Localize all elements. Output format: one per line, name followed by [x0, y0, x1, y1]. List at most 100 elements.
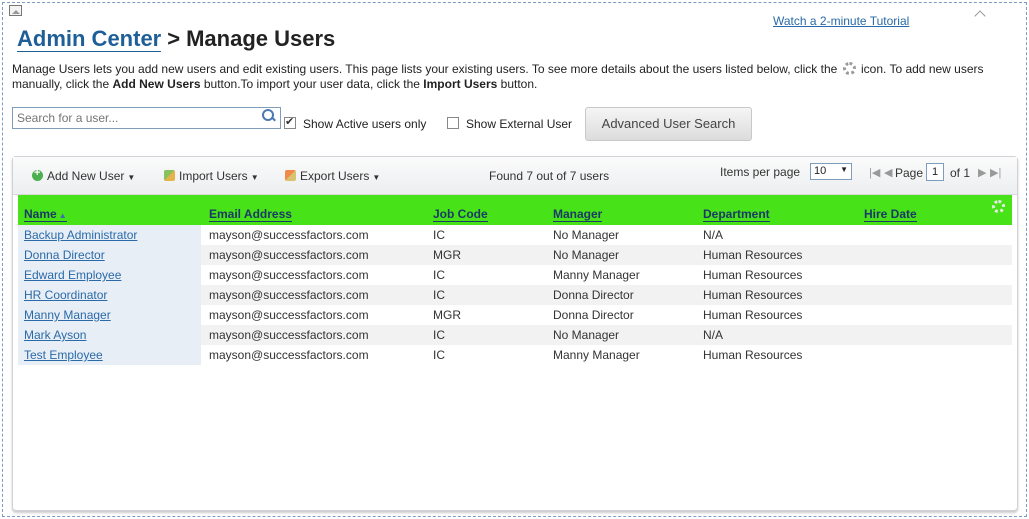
cell-department: Human Resources: [703, 308, 803, 322]
tutorial-link[interactable]: Watch a 2-minute Tutorial: [773, 14, 909, 28]
page-title-text: Manage Users: [186, 26, 336, 51]
desc-bold-import: Import Users: [423, 77, 498, 91]
desc-bold-add: Add New Users: [112, 77, 201, 91]
export-icon: [285, 170, 296, 181]
column-header-email[interactable]: Email Address: [209, 207, 292, 222]
page-title: Admin Center > Manage Users: [17, 26, 335, 52]
cell-job-code: IC: [433, 268, 445, 282]
table-row: Edward Employee mayson@successfactors.com…: [18, 265, 1012, 285]
breadcrumb-separator: >: [167, 26, 181, 51]
import-users-button[interactable]: Import Users ▼: [164, 169, 259, 183]
cell-job-code: MGR: [433, 308, 461, 322]
cell-manager: No Manager: [553, 328, 620, 342]
cell-department: Human Resources: [703, 348, 803, 362]
cell-name[interactable]: Manny Manager: [24, 308, 111, 322]
next-page-icon[interactable]: ▶: [978, 166, 986, 179]
cell-manager: No Manager: [553, 228, 620, 242]
page-number-input[interactable]: 1: [926, 163, 944, 181]
search-input[interactable]: [12, 107, 281, 129]
results-count: Found 7 out of 7 users: [489, 169, 610, 183]
first-page-icon[interactable]: |◀: [869, 166, 880, 179]
cell-manager: No Manager: [553, 248, 620, 262]
cell-department: N/A: [703, 328, 724, 342]
table-row: Manny Manager mayson@successfactors.com MG…: [18, 305, 1012, 325]
chevron-down-icon: ▼: [840, 165, 848, 174]
gear-icon: [842, 62, 856, 75]
cell-name[interactable]: Donna Director: [24, 248, 105, 262]
cell-department: Human Resources: [703, 288, 803, 302]
table-row: Donna Director mayson@successfactors.com M…: [18, 245, 1012, 265]
cell-name[interactable]: Edward Employee: [24, 268, 121, 282]
table-row: Mark Ayson mayson@successfactors.com IC No …: [18, 325, 1012, 345]
cell-department: Human Resources: [703, 268, 803, 282]
column-header-hire-date[interactable]: Hire Date: [864, 207, 917, 222]
export-users-label: Export Users: [300, 169, 370, 183]
users-panel: Add New User▼ Import Users▼ Export Users…: [12, 156, 1018, 511]
desc-text-1: Manage Users lets you add new users and …: [12, 62, 841, 76]
items-per-page-label: Items per page: [720, 165, 801, 179]
add-icon: [32, 167, 43, 181]
page-description: Manage Users lets you add new users and …: [12, 62, 1018, 92]
table-row: HR Coordinator mayson@successfactors.com I…: [18, 285, 1012, 305]
cell-email: mayson@successfactors.com: [209, 288, 369, 302]
image-placeholder-icon: [9, 5, 22, 16]
import-users-label: Import Users: [179, 169, 248, 183]
cell-manager: Manny Manager: [553, 268, 640, 282]
cell-manager: Manny Manager: [553, 348, 640, 362]
cell-email: mayson@successfactors.com: [209, 348, 369, 362]
dropdown-caret-icon: ▼: [127, 173, 136, 182]
cell-email: mayson@successfactors.com: [209, 328, 369, 342]
cell-job-code: IC: [433, 328, 445, 342]
desc-text-4: button.: [497, 77, 538, 91]
cell-email: mayson@successfactors.com: [209, 228, 369, 242]
cell-job-code: IC: [433, 228, 445, 242]
import-icon: [164, 170, 175, 181]
cell-manager: Donna Director: [553, 308, 634, 322]
collapse-chevron-icon[interactable]: [973, 9, 987, 19]
items-per-page-select[interactable]: 10 ▼: [810, 163, 852, 180]
cell-email: mayson@successfactors.com: [209, 268, 369, 282]
search-icon[interactable]: [261, 108, 277, 124]
dropdown-caret-icon: ▼: [372, 173, 381, 182]
cell-job-code: IC: [433, 288, 445, 302]
page-label: Page: [895, 166, 924, 180]
table-header: Name ▲ Email Address Job Code Manager Dep…: [18, 195, 1012, 225]
active-only-checkbox[interactable]: [284, 115, 296, 129]
sort-ascending-icon: ▲: [58, 211, 67, 220]
desc-text-3: button.To import your user data, click t…: [200, 77, 424, 91]
cell-name[interactable]: HR Coordinator: [24, 288, 107, 302]
prev-page-icon[interactable]: ◀: [884, 166, 892, 179]
cell-job-code: MGR: [433, 248, 461, 262]
last-page-icon[interactable]: ▶|: [990, 166, 1001, 179]
export-users-button[interactable]: Export Users ▼: [285, 169, 380, 183]
grid-toolbar: Add New User▼ Import Users▼ Export Users…: [13, 157, 1017, 195]
cell-name[interactable]: Test Employee: [24, 348, 103, 362]
column-header-manager[interactable]: Manager: [553, 207, 603, 222]
external-user-checkbox[interactable]: [447, 117, 459, 129]
cell-manager: Donna Director: [553, 288, 634, 302]
advanced-search-button[interactable]: Advanced User Search: [585, 107, 752, 141]
cell-job-code: IC: [433, 348, 445, 362]
table-body: Backup Administrator mayson@successfactor…: [18, 225, 1012, 365]
add-user-label: Add New User: [47, 169, 125, 183]
column-header-name[interactable]: Name ▲: [24, 207, 67, 222]
cell-department: N/A: [703, 228, 724, 242]
active-only-label: Show Active users only: [303, 117, 427, 131]
dropdown-caret-icon: ▼: [250, 173, 259, 182]
cell-department: Human Resources: [703, 248, 803, 262]
external-user-label: Show External User: [466, 117, 573, 131]
table-row: Test Employee mayson@successfactors.com IC…: [18, 345, 1012, 365]
page-of-label: of 1: [950, 166, 971, 180]
cell-name[interactable]: Backup Administrator: [24, 228, 137, 242]
cell-name[interactable]: Mark Ayson: [24, 328, 86, 342]
add-user-button[interactable]: Add New User▼: [32, 167, 136, 183]
breadcrumb-admin-center[interactable]: Admin Center: [17, 26, 162, 52]
table-row: Backup Administrator mayson@successfactor…: [18, 225, 1012, 245]
column-settings-gear-icon[interactable]: [992, 200, 1005, 213]
column-header-label: Name: [24, 207, 57, 221]
cell-email: mayson@successfactors.com: [209, 248, 369, 262]
cell-email: mayson@successfactors.com: [209, 308, 369, 322]
items-per-page-value: 10: [814, 165, 827, 177]
column-header-job-code[interactable]: Job Code: [433, 207, 488, 222]
column-header-department[interactable]: Department: [703, 207, 770, 222]
